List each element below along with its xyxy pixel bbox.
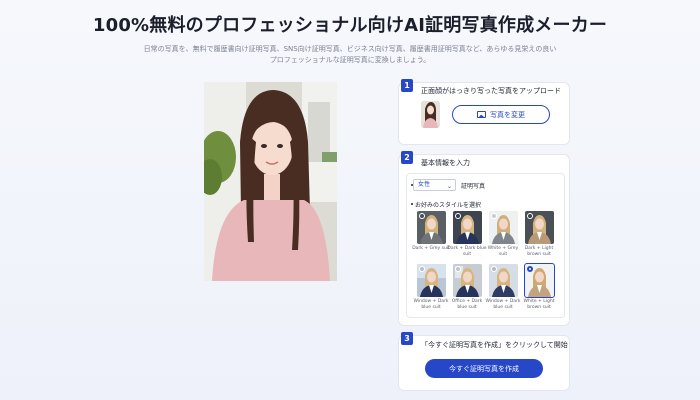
style-option-tile[interactable]: [417, 264, 446, 297]
uploaded-thumbnail: [421, 101, 440, 128]
style-select-radio[interactable]: [455, 266, 461, 272]
style-option-tile[interactable]: [525, 211, 554, 244]
gender-suffix-label: 証明写真: [461, 183, 486, 190]
style-caption: Window + Dark blue suit: [413, 299, 449, 310]
gender-select[interactable]: 女性 ⌄: [413, 179, 456, 191]
style-option-tile[interactable]: [417, 211, 446, 244]
style-option-tile[interactable]: [489, 264, 518, 297]
bullet-dot: [411, 203, 413, 205]
style-heading: お好みのスタイルを選択: [415, 202, 482, 209]
image-icon: [477, 111, 486, 118]
style-caption: Dark + Light brown suit: [524, 246, 554, 257]
step-3-badge: 3: [401, 332, 413, 345]
step-1-label: 正面顔がはっきり写った写真をアップロード: [421, 87, 561, 95]
style-caption: Dark + Dark blue suit: [447, 246, 487, 257]
style-caption: Dark + Grey suit: [412, 246, 450, 251]
step-3-label: 「今すぐ証明写真を作成」をクリックして開始: [421, 341, 568, 349]
style-select-radio[interactable]: [527, 266, 533, 272]
step-1-badge: 1: [401, 79, 413, 92]
change-photo-label: 写真を変更: [490, 110, 525, 119]
subtitle-line-2: プロフェッショナルな証明写真に変換しましょう。: [269, 56, 431, 64]
step-2-badge: 2: [401, 151, 413, 164]
style-option-tile[interactable]: [453, 211, 482, 244]
uploaded-photo: [204, 82, 337, 281]
subtitle-line-1: 日常の写真を、無料で履歴書向け証明写真、SNS向け証明写真、ビジネス向け写真、履…: [143, 45, 557, 53]
style-select-radio[interactable]: [455, 213, 461, 219]
style-select-radio[interactable]: [419, 213, 425, 219]
style-select-radio[interactable]: [527, 213, 533, 219]
step-2-label: 基本情報を入力: [421, 159, 470, 167]
style-caption: White + Grey suit: [487, 246, 519, 257]
style-caption: Window + Dark blue suit: [485, 299, 521, 310]
change-photo-button[interactable]: 写真を変更: [452, 105, 550, 124]
page-subtitle: 日常の写真を、無料で履歴書向け証明写真、SNS向け証明写真、ビジネス向け写真、履…: [120, 44, 580, 66]
style-option-tile-selected[interactable]: [524, 263, 555, 298]
style-option-tile[interactable]: [453, 264, 482, 297]
style-select-radio[interactable]: [491, 213, 497, 219]
style-select-radio[interactable]: [419, 266, 425, 272]
style-caption: White + Light brown suit: [523, 299, 555, 310]
chevron-down-icon: ⌄: [446, 183, 452, 190]
style-option-tile[interactable]: [489, 211, 518, 244]
style-select-radio[interactable]: [491, 266, 497, 272]
gender-select-value: 女性: [418, 181, 431, 188]
style-caption: Office + Dark blue suit: [451, 299, 483, 310]
create-photo-button[interactable]: 今すぐ証明写真を作成: [425, 359, 543, 378]
page-title: 100%無料のプロフェッショナル向けAI証明写真作成メーカー: [92, 15, 608, 36]
